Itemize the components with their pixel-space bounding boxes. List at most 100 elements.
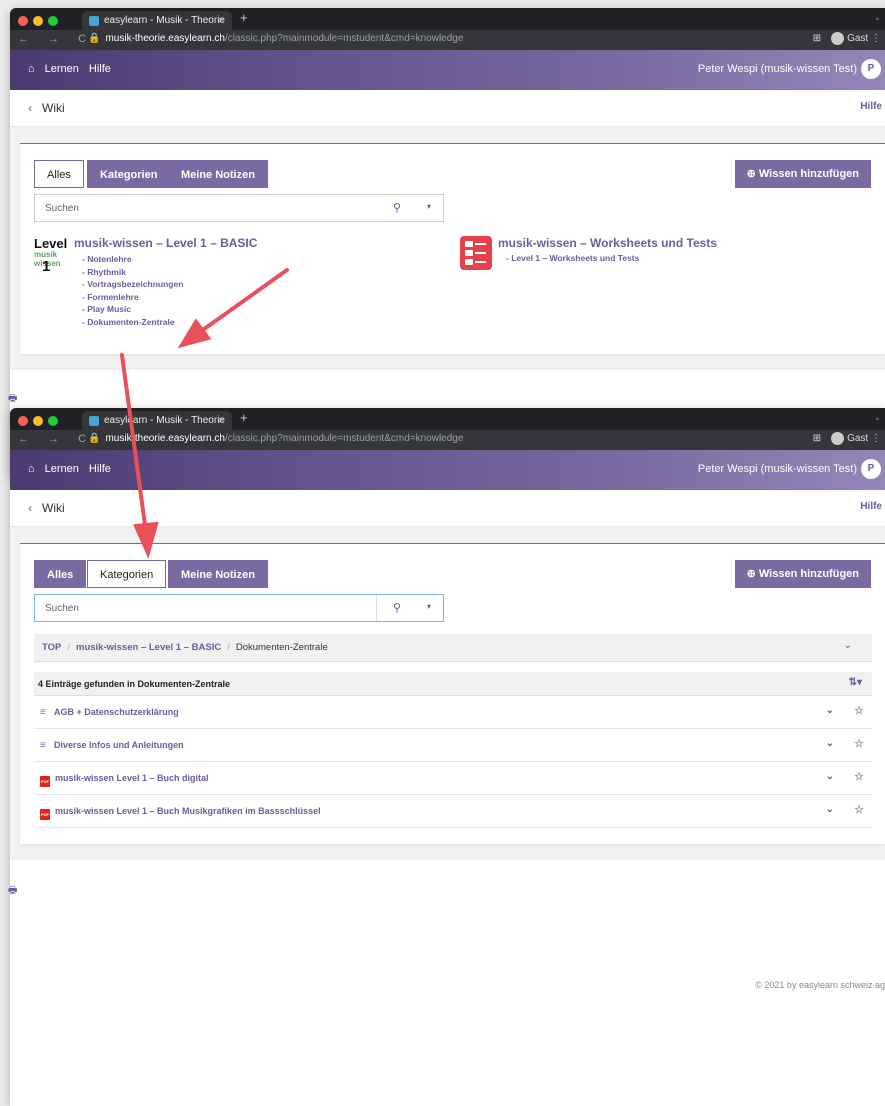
tab-search-icon[interactable]: ⌄ [873,12,881,23]
subcategory-link[interactable]: - Formenlehre [82,291,183,304]
list-item[interactable]: PDF musik-wissen Level 1 – Buch digital ⌄… [34,762,872,795]
list-item-label[interactable]: Diverse Infos und Anleitungen [54,740,184,750]
list-item[interactable]: ≡ Diverse Infos und Anleitungen ⌄ ☆ [34,729,872,762]
chevron-down-icon[interactable]: ⌄ [844,640,852,651]
maximize-window-button[interactable] [48,416,58,426]
translate-icon[interactable]: ⊞ [813,433,821,444]
close-window-button[interactable] [18,16,28,26]
subcategory-link[interactable]: - Level 1 – Worksheets und Tests [506,253,639,263]
subcategory-link[interactable]: - Vortragsbezeichnungen [82,278,183,291]
help-link[interactable]: Hilfe [860,501,882,512]
list-item[interactable]: ≡ AGB + Datenschutzerklärung ⌄ ☆ [34,696,872,729]
browser-menu-icon[interactable]: ⋮ [871,433,881,444]
browser-tab[interactable]: easylearn - Musik - Theorie × [82,11,232,30]
breadcrumb-level1[interactable]: musik-wissen – Level 1 – BASIC [76,642,221,653]
star-icon[interactable]: ☆ [854,803,864,816]
tab-title: easylearn - Musik - Theorie [104,415,225,426]
address-bar[interactable]: 🔒 musik-theorie.easylearn.ch/classic.php?… [88,433,463,444]
tab-meine-notizen[interactable]: Meine Notizen [168,160,268,188]
nav-lernen[interactable]: Lernen [45,63,79,75]
url-path: /classic.php?mainmodule=mstudent&cmd=kno… [224,33,464,44]
tab-search-icon[interactable]: ⌄ [873,412,881,423]
subcategory-link-dokumenten-zentrale[interactable]: - Dokumenten-Zentrale [82,316,183,329]
home-icon[interactable]: ⌂ [28,463,35,475]
lock-icon: 🔒 [88,433,101,444]
url-path: /classic.php?mainmodule=mstudent&cmd=kno… [224,433,464,444]
address-bar-row: ← → C 🔒 musik-theorie.easylearn.ch/classi… [10,30,885,50]
print-icon[interactable]: 🖶 [8,391,17,408]
star-icon[interactable]: ☆ [854,737,864,750]
print-icon[interactable]: 🖶 [8,883,17,900]
back-chevron-icon[interactable]: ‹ [28,501,32,515]
subcategory-link[interactable]: - Notenlehre [82,253,183,266]
browser-actions: ⊞ Gast ⋮ [813,432,881,445]
close-tab-icon[interactable]: × [218,411,224,430]
star-icon[interactable]: ☆ [854,770,864,783]
new-tab-button[interactable]: + [240,410,248,425]
plus-circle-icon: ⊕ [746,168,756,180]
nav-hilfe[interactable]: Hilfe [89,463,111,475]
avatar[interactable]: P [861,459,881,479]
nav-lernen[interactable]: Lernen [45,463,79,475]
guest-profile-icon[interactable] [831,32,845,45]
guest-profile-icon[interactable] [831,432,845,445]
search-options-dropdown-icon[interactable]: ▾ [427,202,431,211]
list-item-label[interactable]: musik-wissen Level 1 – Buch Musikgrafike… [55,806,321,816]
category-title[interactable]: musik-wissen – Worksheets und Tests [498,236,717,250]
subcategory-link[interactable]: - Rhythmik [82,266,183,279]
chevron-down-icon[interactable]: ⌄ [826,804,834,815]
tab-bar: easylearn - Musik - Theorie × + ⌄ [10,8,885,30]
app-header: ⌂ Lernen Hilfe Peter Wespi (musik-wissen T… [10,50,885,90]
user-name[interactable]: Peter Wespi (musik-wissen Test) [698,463,857,475]
browser-menu-icon[interactable]: ⋮ [871,33,881,44]
user-name[interactable]: Peter Wespi (musik-wissen Test) [698,63,857,75]
nav-hilfe[interactable]: Hilfe [89,63,111,75]
home-icon[interactable]: ⌂ [28,63,35,75]
browser-tab[interactable]: easylearn - Musik - Theorie × [82,411,232,430]
address-bar-row: ← → C 🔒 musik-theorie.easylearn.ch/classi… [10,430,885,450]
subcategory-link[interactable]: - Play Music [82,303,183,316]
breadcrumb-top[interactable]: TOP [42,642,61,653]
tab-alles[interactable]: Alles [34,560,87,588]
chevron-down-icon[interactable]: ⌄ [826,705,834,716]
guest-label[interactable]: Gast [847,33,868,44]
tab-kategorien[interactable]: Kategorien [87,160,171,188]
avatar[interactable]: P [861,59,881,79]
search-input[interactable]: Suchen ⚲ ▾ [34,194,444,222]
search-options-dropdown-icon[interactable]: ▾ [427,602,431,611]
tab-alles[interactable]: Alles [34,160,84,188]
minimize-window-button[interactable] [33,416,43,426]
chevron-down-icon[interactable]: ⌄ [826,771,834,782]
page-subheader: ‹ Wiki Hilfe [10,490,885,527]
back-chevron-icon[interactable]: ‹ [28,101,32,115]
add-knowledge-label: Wissen hinzufügen [758,168,859,180]
navigation-buttons[interactable]: ← → C [18,33,94,45]
help-link[interactable]: Hilfe [860,101,882,112]
tab-meine-notizen[interactable]: Meine Notizen [168,560,268,588]
worksheet-icon [460,236,492,270]
tab-kategorien[interactable]: Kategorien [87,560,167,588]
breadcrumb-current: Dokumenten-Zentrale [235,642,328,653]
navigation-buttons[interactable]: ← → C [18,433,94,445]
chevron-down-icon[interactable]: ⌄ [826,738,834,749]
guest-label[interactable]: Gast [847,433,868,444]
close-tab-icon[interactable]: × [218,11,224,30]
search-icon[interactable]: ⚲ [393,601,401,614]
list-item[interactable]: PDF musik-wissen Level 1 – Buch Musikgraf… [34,795,872,828]
translate-icon[interactable]: ⊞ [813,33,821,44]
page-title: Wiki [42,101,65,115]
search-icon[interactable]: ⚲ [393,201,401,214]
star-icon[interactable]: ☆ [854,704,864,717]
address-bar[interactable]: 🔒 musik-theorie.easylearn.ch/classic.php?… [88,33,463,44]
search-input[interactable]: Suchen ⚲ ▾ [34,594,444,622]
list-item-label[interactable]: AGB + Datenschutzerklärung [54,707,179,717]
add-knowledge-button[interactable]: ⊕ Wissen hinzufügen [734,560,871,588]
add-knowledge-button[interactable]: ⊕ Wissen hinzufügen [734,160,871,188]
category-title[interactable]: musik-wissen – Level 1 – BASIC [74,236,257,250]
list-item-label[interactable]: musik-wissen Level 1 – Buch digital [55,773,209,783]
maximize-window-button[interactable] [48,16,58,26]
sort-icon[interactable]: ⇅▾ [849,677,862,688]
close-window-button[interactable] [18,416,28,426]
minimize-window-button[interactable] [33,16,43,26]
new-tab-button[interactable]: + [240,10,248,25]
